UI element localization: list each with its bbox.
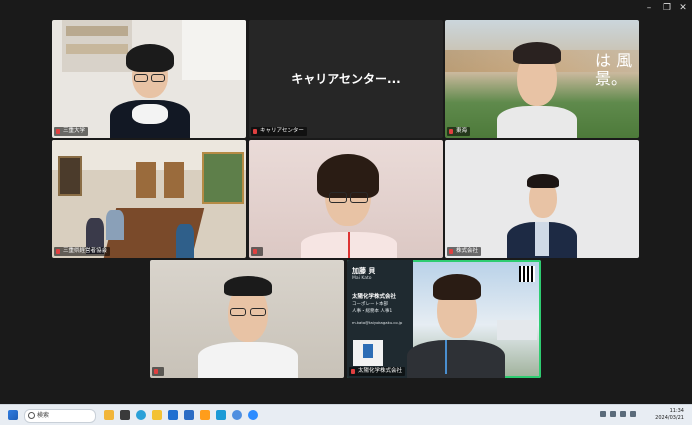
participant-name: キャリアセンター [251,127,307,136]
mail-icon[interactable] [168,410,178,420]
wall-painting [202,152,244,204]
participant-name: 三重大学 [54,127,89,136]
restore-icon[interactable]: ❐ [660,2,674,14]
banner-department: 人事・総務本 人事1 [352,309,393,314]
mic-muted-icon [351,369,355,374]
search-input[interactable]: 検索 [24,409,96,423]
participant-name: 太陽化学株式会社 [349,367,406,376]
system-clock[interactable]: 11:34 2024/03/21 [655,408,684,422]
participant-name: 三重県経営者協会 [54,247,111,256]
video-tile-3[interactable]: は 風景。 東海 [445,20,639,138]
landscape-caption: は 風景。 [595,51,633,88]
banner-name: 加藤 貝 [352,267,376,275]
volume-icon[interactable] [620,411,626,417]
wifi-icon[interactable] [610,411,616,417]
participant-name: 株式会社 [447,247,482,256]
zoom-icon[interactable] [248,410,258,420]
banner-company: 太陽化学株式会社 [352,294,397,300]
mic-muted-icon [56,129,60,134]
app-icon[interactable] [216,410,226,420]
file-explorer-icon[interactable] [152,410,162,420]
window-titlebar: – ❐ ✕ [0,0,692,16]
lanyard [348,232,350,258]
participant-name: 東海 [447,127,471,136]
bookshelf [62,20,132,72]
edge-icon[interactable] [136,410,146,420]
search-icon [28,412,35,419]
lanyard [445,340,447,374]
participant-name [152,367,164,376]
amazon-icon[interactable] [200,410,210,420]
close-icon[interactable]: ✕ [676,2,690,14]
battery-icon[interactable] [630,411,636,417]
company-logo [353,340,383,366]
mic-muted-icon [154,369,158,374]
taskbar: 検索 11:34 2024/03/21 [0,404,692,425]
wall-picture [58,156,82,196]
widgets-icon[interactable] [104,410,114,420]
windows-start-icon[interactable] [8,410,18,420]
clock-date: 2024/03/21 [655,415,684,421]
search-placeholder: 検索 [37,412,50,419]
qr-code-icon [519,266,535,282]
participant-display-name: キャリアセンター... [291,72,401,86]
store-icon[interactable] [184,410,194,420]
clock-time: 11:34 [669,408,684,414]
participant-name [251,247,263,256]
video-tile-4[interactable]: 三重県経営者協会 [52,140,246,258]
mic-muted-icon [449,129,453,134]
video-tile-5[interactable] [249,140,443,258]
video-tile-1[interactable]: 三重大学 [52,20,246,138]
mic-muted-icon [253,249,257,254]
video-tile-7[interactable] [150,260,344,378]
banner-romaji: Mai Kato [352,276,372,281]
network-icon[interactable] [600,411,606,417]
video-tile-8-active-speaker[interactable]: 加藤 貝 Mai Kato 太陽化学株式会社 コーポレート本部 人事・総務本 人… [347,260,541,378]
minimize-icon[interactable]: – [642,2,656,14]
mic-muted-icon [253,129,257,134]
video-gallery: 三重大学 キャリアセンター... キャリアセンター は 風景。 東海 三重県経営… [0,16,692,404]
edge-dev-icon[interactable] [232,410,242,420]
business-card-banner: 加藤 貝 Mai Kato 太陽化学株式会社 コーポレート本部 人事・総務本 人… [347,260,413,378]
banner-division: コーポレート本部 [352,302,388,307]
mic-muted-icon [449,249,453,254]
mic-muted-icon [56,249,60,254]
video-tile-6[interactable]: 株式会社 [445,140,639,258]
task-view-icon[interactable] [120,410,130,420]
video-tile-2[interactable]: キャリアセンター... キャリアセンター [249,20,443,138]
banner-email: m.kato@taiyokagaku.co.jp [352,320,403,325]
